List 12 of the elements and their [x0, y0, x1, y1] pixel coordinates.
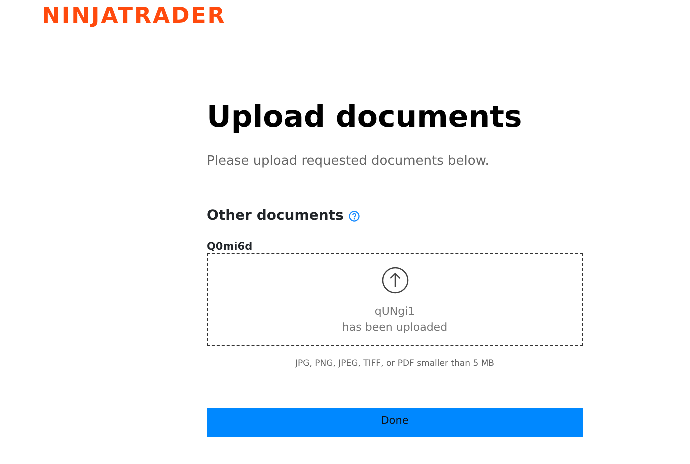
done-button[interactable]: Done — [207, 408, 583, 437]
logo: NINJATRADER — [41, 3, 226, 28]
upload-status: has been uploaded — [342, 320, 448, 336]
upload-icon — [382, 267, 408, 294]
field-label: Q0mi6d — [207, 240, 254, 254]
help-icon[interactable] — [348, 210, 360, 222]
file-requirements: JPG, PNG, JPEG, TIFF, or PDF smaller than 5 MB — [294, 358, 496, 371]
subtitle: Please upload requested documents below. — [207, 153, 490, 171]
file-name: qUNgi1 — [374, 304, 416, 320]
section-heading: Other documents — [207, 206, 344, 226]
page-title: Upload documents — [207, 100, 524, 136]
upload-dropzone[interactable]: qUNgi1 has been uploaded — [207, 253, 583, 346]
